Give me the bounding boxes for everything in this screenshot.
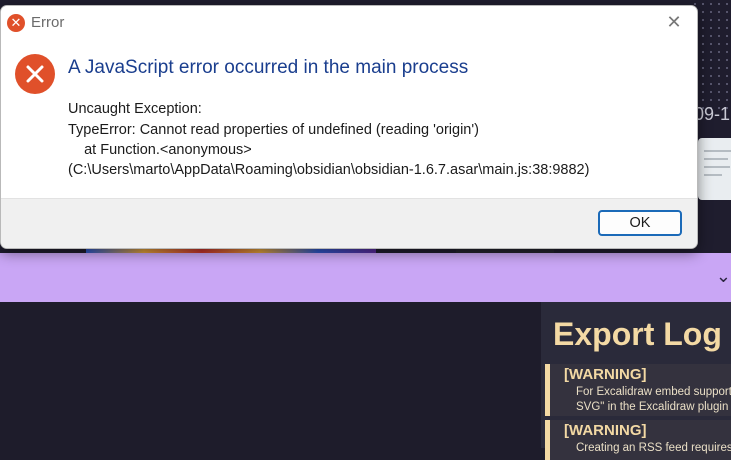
export-log-entry-label: [WARNING] bbox=[564, 422, 647, 439]
error-message-line: TypeError: Cannot read properties of und… bbox=[68, 122, 479, 138]
export-log-entry-text: SVG" in the Excalidraw plugin bbox=[576, 401, 729, 413]
export-log-panel: Export Log [WARNING] For Excalidraw embe… bbox=[541, 302, 731, 460]
error-icon: ✕ bbox=[7, 14, 25, 32]
error-message-line: at Function.<anonymous> bbox=[68, 142, 252, 158]
export-log-entry-text: For Excalidraw embed support bbox=[576, 386, 731, 398]
close-button[interactable]: ✕ bbox=[663, 11, 685, 33]
export-log-title: Export Log bbox=[553, 316, 722, 352]
chevron-down-icon[interactable]: ⌄ bbox=[716, 266, 731, 287]
background-date-fragment: 09-1 bbox=[694, 104, 731, 124]
dialog-footer bbox=[1, 198, 697, 248]
export-log-entry-text: Creating an RSS feed requires bbox=[576, 442, 731, 454]
export-log-entry: [WARNING] For Excalidraw embed support S… bbox=[545, 364, 731, 416]
background-thumbnail bbox=[698, 138, 731, 200]
export-log-entry-label: [WARNING] bbox=[564, 366, 647, 383]
error-icon bbox=[15, 54, 55, 94]
dialog-window-title: Error bbox=[31, 14, 65, 31]
error-message-line: (C:\Users\marto\AppData\Roaming\obsidian… bbox=[68, 162, 590, 178]
background-purple-bar bbox=[0, 253, 731, 302]
ok-button[interactable]: OK bbox=[598, 210, 682, 236]
dialog-heading: A JavaScript error occurred in the main … bbox=[68, 57, 469, 78]
error-message-line: Uncaught Exception: bbox=[68, 101, 202, 117]
error-dialog: ✕ Error ✕ A JavaScript error occurred in… bbox=[0, 5, 698, 249]
dialog-titlebar[interactable]: ✕ Error ✕ bbox=[1, 6, 697, 38]
export-log-entry: [WARNING] Creating an RSS feed requires bbox=[545, 420, 731, 460]
close-icon: ✕ bbox=[666, 12, 682, 32]
